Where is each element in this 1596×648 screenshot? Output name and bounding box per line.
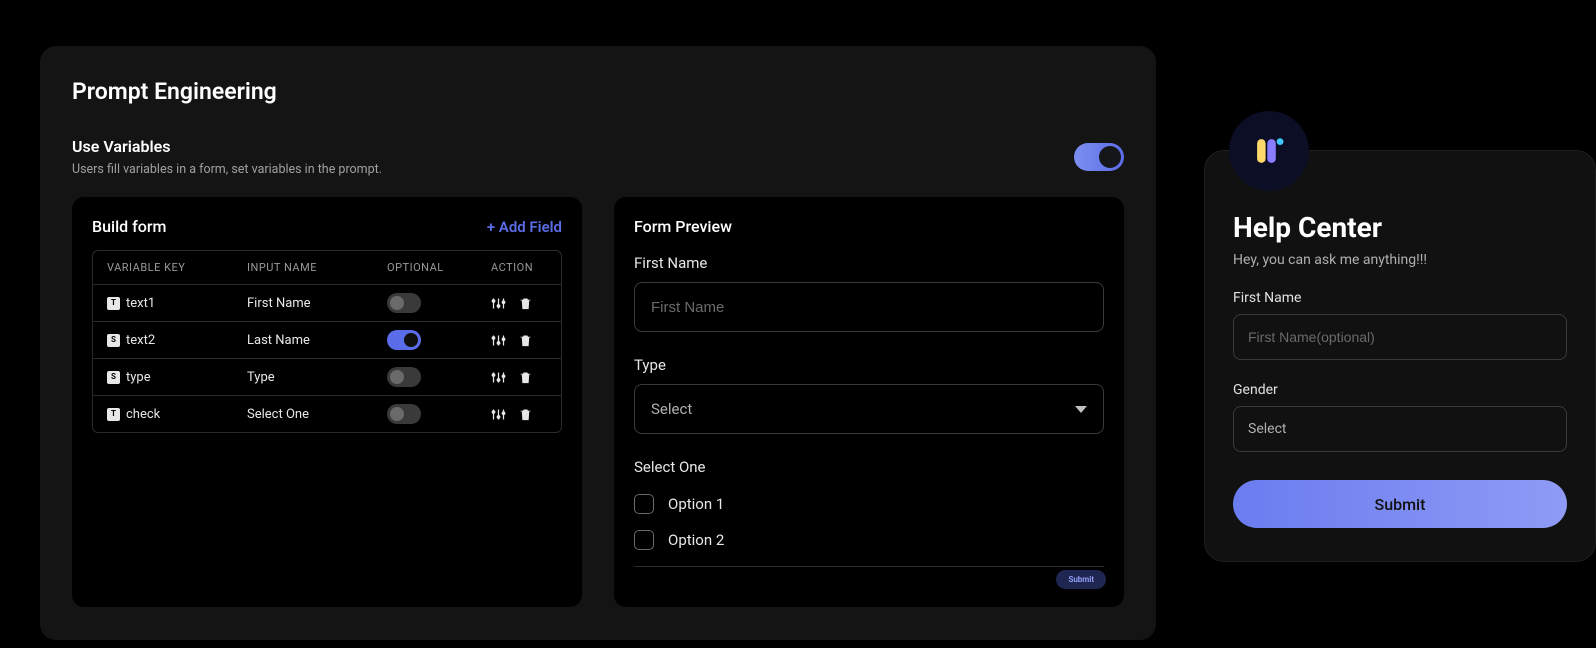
table-row: S text2 Last Name bbox=[93, 322, 561, 359]
help-subtitle: Hey, you can ask me anything!!! bbox=[1233, 252, 1567, 268]
prompt-engineering-card: Prompt Engineering Use Variables Users f… bbox=[40, 46, 1156, 640]
first-name-label: First Name bbox=[634, 254, 1104, 272]
type-badge: T bbox=[107, 297, 120, 310]
variables-toggle[interactable] bbox=[1074, 143, 1124, 171]
page-title: Prompt Engineering bbox=[72, 78, 1124, 105]
help-gender-label: Gender bbox=[1233, 382, 1567, 398]
help-logo bbox=[1229, 111, 1309, 191]
input-name: Last Name bbox=[247, 333, 387, 348]
variables-heading: Use Variables bbox=[72, 137, 382, 156]
option-label: Option 2 bbox=[668, 531, 724, 549]
table-row: T check Select One bbox=[93, 396, 561, 432]
col-variable-key: VARIABLE KEY bbox=[107, 261, 247, 274]
add-field-button[interactable]: + Add Field bbox=[487, 218, 562, 236]
table-header: VARIABLE KEY INPUT NAME OPTIONAL ACTION bbox=[93, 251, 561, 285]
checkbox[interactable] bbox=[634, 530, 654, 550]
chevron-down-icon bbox=[1075, 406, 1087, 413]
checkbox[interactable] bbox=[634, 494, 654, 514]
trash-icon[interactable] bbox=[518, 333, 533, 348]
col-action: ACTION bbox=[457, 261, 562, 274]
input-name: Select One bbox=[247, 407, 387, 422]
variables-description: Users fill variables in a form, set vari… bbox=[72, 162, 382, 177]
form-preview-title: Form Preview bbox=[634, 217, 1104, 236]
trash-icon[interactable] bbox=[518, 407, 533, 422]
help-first-name-input[interactable] bbox=[1233, 314, 1567, 360]
type-badge: T bbox=[107, 408, 120, 421]
sliders-icon[interactable] bbox=[491, 370, 506, 385]
help-gender-select[interactable]: Select bbox=[1233, 406, 1567, 452]
trash-icon[interactable] bbox=[518, 296, 533, 311]
divider bbox=[634, 566, 1104, 567]
sliders-icon[interactable] bbox=[491, 333, 506, 348]
option-label: Option 1 bbox=[668, 495, 724, 513]
help-center-card: Help Center Hey, you can ask me anything… bbox=[1204, 150, 1596, 562]
logo-icon bbox=[1252, 134, 1286, 168]
variables-table: VARIABLE KEY INPUT NAME OPTIONAL ACTION … bbox=[92, 250, 562, 433]
checkbox-option[interactable]: Option 2 bbox=[634, 522, 1104, 558]
col-input-name: INPUT NAME bbox=[247, 261, 387, 274]
build-form-panel: Build form + Add Field VARIABLE KEY INPU… bbox=[72, 197, 582, 607]
toggle-knob bbox=[1099, 146, 1121, 168]
col-optional: OPTIONAL bbox=[387, 261, 457, 274]
input-name: Type bbox=[247, 370, 387, 385]
variables-text-block: Use Variables Users fill variables in a … bbox=[72, 137, 382, 177]
select-one-label: Select One bbox=[634, 458, 1104, 476]
optional-toggle[interactable] bbox=[387, 330, 421, 350]
input-name: First Name bbox=[247, 296, 387, 311]
type-select-value: Select bbox=[651, 400, 692, 418]
trash-icon[interactable] bbox=[518, 370, 533, 385]
type-badge: S bbox=[107, 371, 120, 384]
variable-key: text2 bbox=[126, 333, 155, 348]
type-select[interactable]: Select bbox=[634, 384, 1104, 434]
type-badge: S bbox=[107, 334, 120, 347]
optional-toggle[interactable] bbox=[387, 367, 421, 387]
help-submit-button[interactable]: Submit bbox=[1233, 480, 1567, 528]
optional-toggle[interactable] bbox=[387, 293, 421, 313]
variables-header-row: Use Variables Users fill variables in a … bbox=[72, 137, 1124, 177]
variable-key: check bbox=[126, 407, 160, 422]
build-form-title: Build form bbox=[92, 217, 166, 236]
first-name-input[interactable] bbox=[634, 282, 1104, 332]
table-row: S type Type bbox=[93, 359, 561, 396]
sliders-icon[interactable] bbox=[491, 296, 506, 311]
help-first-name-label: First Name bbox=[1233, 290, 1567, 306]
variable-key: text1 bbox=[126, 296, 155, 311]
checkbox-option[interactable]: Option 1 bbox=[634, 486, 1104, 522]
help-gender-value: Select bbox=[1248, 421, 1286, 437]
variable-key: type bbox=[126, 370, 151, 385]
form-preview-panel: Form Preview First Name Type Select Sele… bbox=[614, 197, 1124, 607]
sliders-icon[interactable] bbox=[491, 407, 506, 422]
table-row: T text1 First Name bbox=[93, 285, 561, 322]
preview-submit-button[interactable]: Submit bbox=[1056, 570, 1106, 589]
optional-toggle[interactable] bbox=[387, 404, 421, 424]
type-label: Type bbox=[634, 356, 1104, 374]
help-title: Help Center bbox=[1233, 211, 1567, 244]
